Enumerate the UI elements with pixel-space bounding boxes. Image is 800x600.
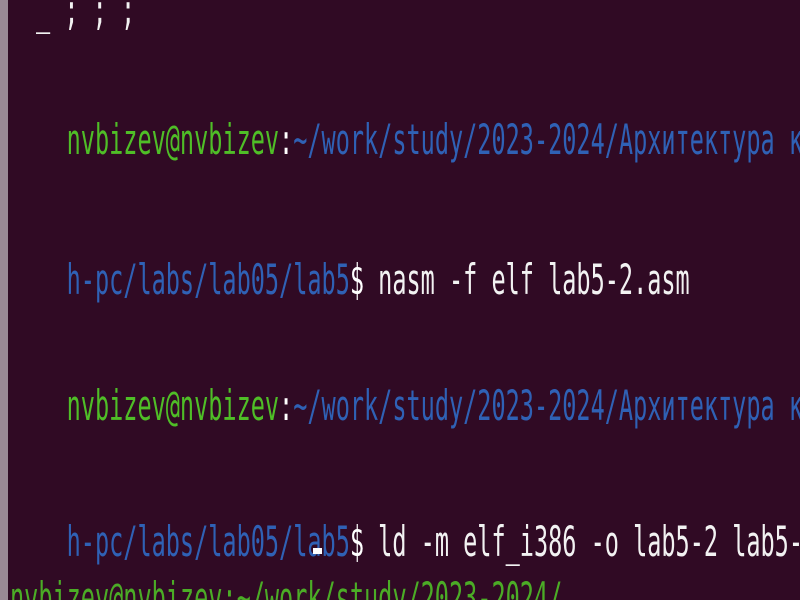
prompt-path-continuation: h-pc/labs/lab05/lab5 <box>66 517 350 566</box>
prompt-dollar: $ <box>349 517 365 566</box>
command-text: nasm -f elf lab5-2.asm <box>364 255 690 304</box>
prompt-user-host: nvbizev@nvbizev <box>66 381 280 430</box>
prompt-dollar: $ <box>349 255 365 304</box>
text-cursor <box>313 548 322 554</box>
prompt-line-1: nvbizev@nvbizev:~/work/study/2023-2024/А… <box>10 62 800 218</box>
next-prompt-fragment: nvbizev@nvbizev:~/work/study/2023-2024/ <box>10 573 563 600</box>
previous-output-fragment: _ ; ; ; <box>36 0 136 34</box>
prompt-colon: : <box>279 381 294 430</box>
prompt-path: ~/work/study/2023-2024/Архитектура компь… <box>293 115 800 164</box>
prompt-path-continuation: h-pc/labs/lab05/lab5 <box>66 255 350 304</box>
prompt-line-2: nvbizev@nvbizev:~/work/study/2023-2024/А… <box>10 328 800 484</box>
terminal-window[interactable]: _ ; ; ; nvbizev@nvbizev:~/work/study/202… <box>0 0 800 600</box>
command-text: ld -m elf_i386 -o lab5-2 lab5-2.o <box>364 517 800 566</box>
prompt-colon: : <box>279 115 294 164</box>
prompt-user-host: nvbizev@nvbizev <box>66 115 280 164</box>
prompt-path: ~/work/study/2023-2024/Архитектура компь… <box>293 381 800 430</box>
window-edge <box>0 0 8 600</box>
